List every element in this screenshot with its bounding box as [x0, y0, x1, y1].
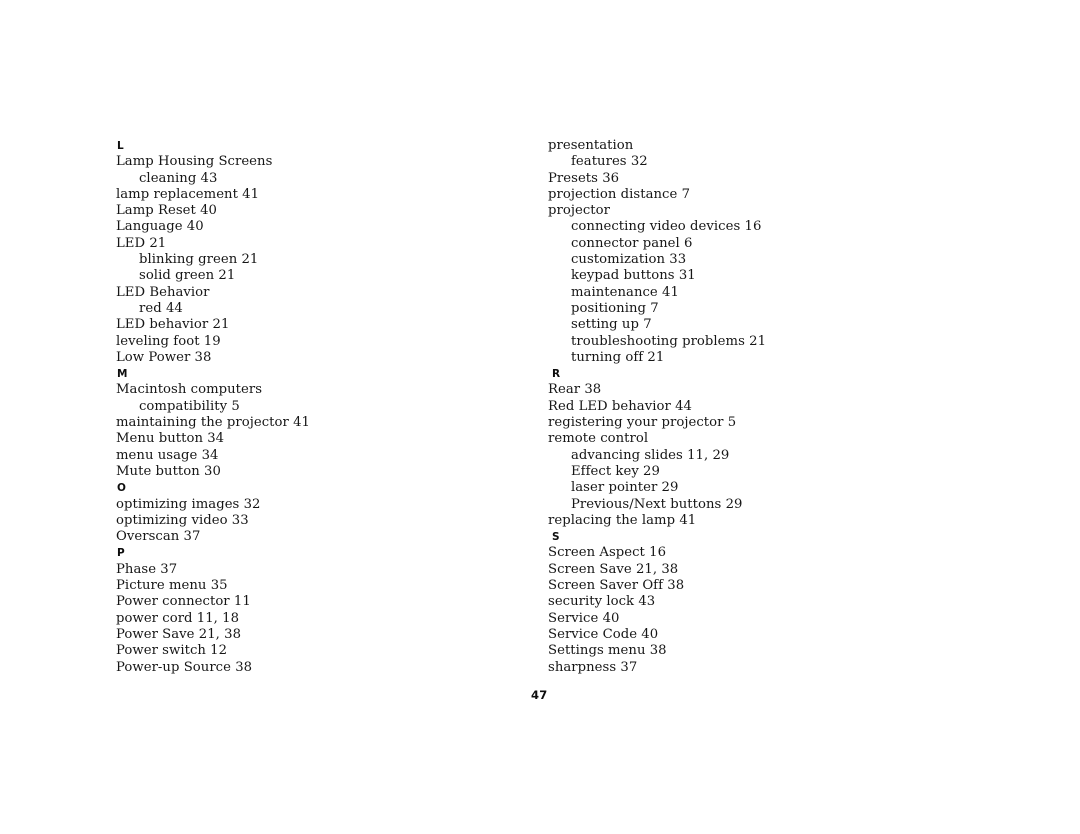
index-subentry: Previous/Next buttons 29: [571, 496, 743, 512]
index-entry: presentation: [548, 138, 634, 153]
index-section-letter: S: [552, 531, 560, 544]
index-section-letter: L: [117, 140, 124, 152]
index-entry: optimizing video 33: [116, 512, 249, 528]
index-section-letter: R: [552, 368, 561, 381]
page-number: 47: [531, 688, 548, 702]
index-entry: Screen Saver Off 38: [548, 578, 685, 594]
index-entry: Settings menu 38: [548, 643, 667, 659]
index-entry: LED Behavior: [116, 284, 210, 300]
index-entry: optimizing images 32: [116, 496, 261, 512]
index-entry: projection distance 7: [548, 186, 691, 202]
index-entry: Power switch 12: [116, 643, 228, 659]
index-entry: Picture menu 35: [116, 578, 228, 594]
index-entry: Low Power 38: [116, 349, 212, 365]
index-section-letter: P: [117, 547, 125, 560]
index-subentry: features 32: [571, 154, 648, 170]
index-entry: leveling foot 19: [116, 333, 221, 349]
index-entry: Lamp Reset 40: [116, 203, 217, 219]
index-entry: Lamp Housing Screens: [116, 154, 273, 170]
index-entry: security lock 43: [548, 594, 656, 610]
index-subentry: connecting video devices 16: [571, 219, 762, 235]
index-entry: LED 21: [116, 235, 167, 251]
index-subentry: turning off 21: [571, 349, 665, 365]
index-entry: Rear 38: [548, 382, 602, 398]
index-entry: replacing the lamp 41: [548, 512, 697, 528]
index-entry: registering your projector 5: [548, 415, 737, 431]
index-entry: Language 40: [116, 219, 204, 235]
index-subentry: blinking green 21: [139, 252, 259, 268]
index-column-left: L Lamp Housing Screens cleaning 43 lamp rep…: [116, 138, 516, 676]
index-subentry: cleaning 43: [139, 170, 218, 186]
index-entry: lamp replacement 41: [116, 186, 260, 202]
index-subentry: red 44: [139, 300, 183, 316]
index-entry: maintaining the projector 41: [116, 415, 310, 431]
index-entry: Service Code 40: [548, 626, 659, 642]
index-section-letter: M: [117, 368, 128, 381]
index-subentry: advancing slides 11, 29: [571, 447, 730, 463]
index-subentry: compatibility 5: [139, 398, 240, 414]
index-entry: Power-up Source 38: [116, 659, 253, 675]
index-subentry: keypad buttons 31: [571, 268, 696, 284]
index-subentry: connector panel 6: [571, 235, 693, 251]
index-subentry: troubleshooting problems 21: [571, 333, 767, 349]
index-entry: Mute button 30: [116, 463, 221, 479]
index-page: L Lamp Housing Screens cleaning 43 lamp rep…: [0, 0, 1080, 834]
index-entry: Presets 36: [548, 170, 620, 186]
index-entry: remote control: [548, 431, 649, 447]
index-subentry: setting up 7: [571, 317, 652, 333]
index-entry: LED behavior 21: [116, 317, 230, 333]
index-entry: power cord 11, 18: [116, 610, 240, 626]
index-subentry: Effect key 29: [571, 463, 660, 479]
index-entry: Power Save 21, 38: [116, 626, 242, 642]
index-entry: Macintosh computers: [116, 382, 263, 398]
index-entry: Overscan 37: [116, 529, 201, 545]
index-entry: sharpness 37: [548, 659, 638, 675]
index-subentry: positioning 7: [571, 300, 659, 316]
index-entry: Red LED behavior 44: [548, 398, 692, 414]
index-subentry: solid green 21: [139, 268, 236, 284]
index-subentry: laser pointer 29: [571, 480, 679, 496]
index-entry: projector: [548, 203, 610, 219]
index-entry: Phase 37: [116, 561, 178, 577]
index-section-letter: O: [117, 482, 127, 495]
index-entry: Service 40: [548, 610, 620, 626]
index-column-right: presentation features 32 Presets 36 project…: [548, 138, 948, 676]
index-subentry: customization 33: [571, 252, 687, 268]
index-entry: Screen Aspect 16: [548, 545, 667, 561]
index-columns: L Lamp Housing Screens cleaning 43 lamp rep…: [0, 0, 1080, 834]
index-subentry: maintenance 41: [571, 284, 679, 300]
index-entry: Screen Save 21, 38: [548, 561, 679, 577]
index-entry: menu usage 34: [116, 447, 219, 463]
index-entry: Power connector 11: [116, 594, 251, 610]
index-entry: Menu button 34: [116, 431, 225, 447]
